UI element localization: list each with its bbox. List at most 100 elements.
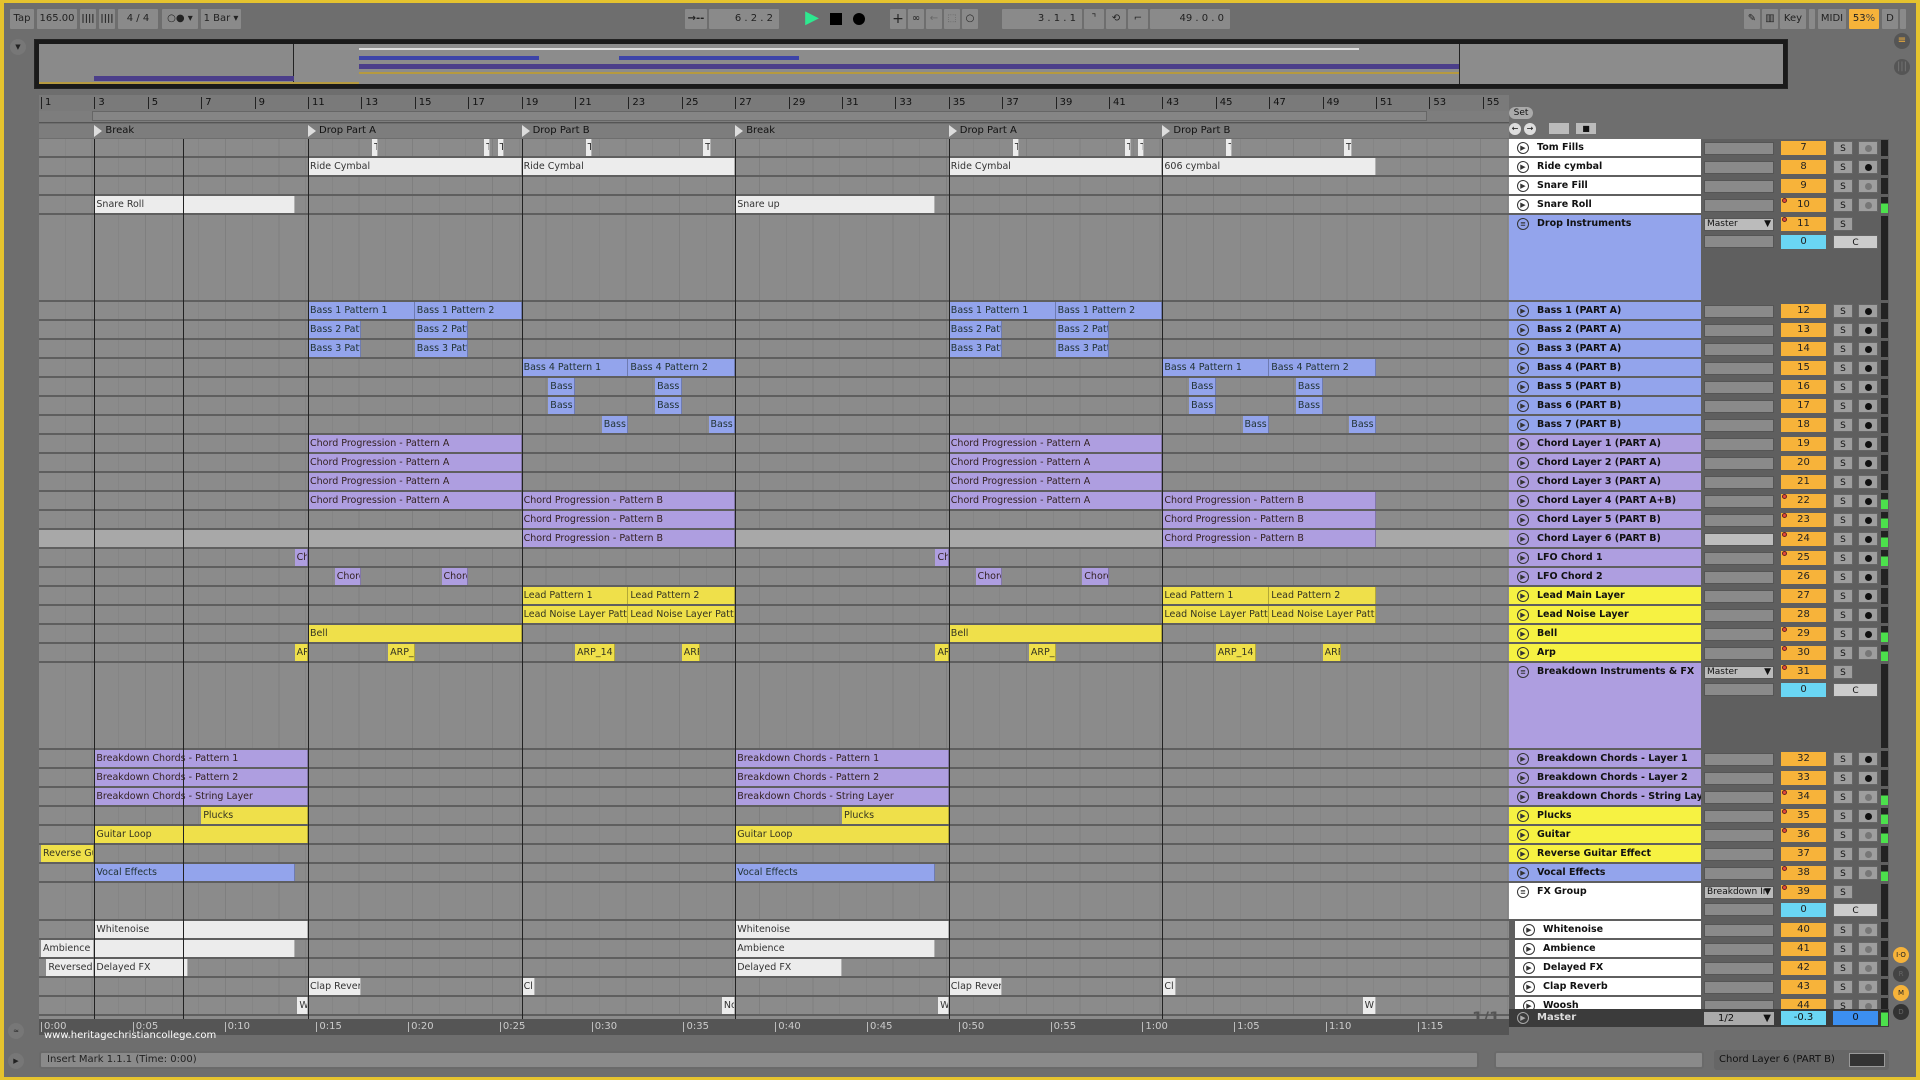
track-pan[interactable]: C xyxy=(1833,235,1878,249)
clip[interactable]: Vocal Effects xyxy=(735,864,936,881)
track-lane[interactable]: Chord Progression - Pattern B Chord Progr… xyxy=(39,530,1509,549)
play-clip-icon[interactable]: ▶ xyxy=(1517,514,1529,526)
mixer-toggle[interactable]: M xyxy=(1893,985,1909,1001)
tap-tempo-button[interactable]: Tap xyxy=(10,9,34,29)
solo-button[interactable]: S xyxy=(1833,980,1853,994)
track-activator[interactable]: 17 xyxy=(1781,399,1826,413)
track-io-field[interactable] xyxy=(1704,924,1774,937)
track-lane[interactable]: Bass Bass Bass Bass xyxy=(39,378,1509,397)
clip[interactable]: Chord Progression - Pattern A xyxy=(948,435,1163,452)
clip[interactable]: Bass xyxy=(655,397,682,414)
master-track[interactable]: ▶ Master 1/2 ▼ -0.3 0 xyxy=(1509,1009,1889,1027)
play-button[interactable]: ▶ xyxy=(804,9,820,29)
clip[interactable]: Breakdown Chords - String Layer xyxy=(735,788,949,805)
clip[interactable]: Chord Progression - Pattern A xyxy=(948,492,1163,509)
draw-mode-button[interactable]: ✎ xyxy=(1744,9,1760,29)
clip[interactable]: Lead Noise Layer Pattern xyxy=(628,606,736,623)
track-activator[interactable]: 31 xyxy=(1781,665,1826,679)
solo-button[interactable]: S xyxy=(1833,570,1853,584)
arm-button[interactable] xyxy=(1858,475,1878,489)
track-lane[interactable]: AR ARP_ ARP_14 ARP AR ARP_ ARP_14 ARP xyxy=(39,644,1509,663)
clip[interactable]: Chord xyxy=(334,568,362,585)
clip[interactable]: Guitar Loop xyxy=(735,826,949,843)
clip[interactable]: Bass 2 Patt xyxy=(308,321,362,338)
play-clip-icon[interactable]: ▶ xyxy=(1517,324,1529,336)
track-header[interactable]: ▶ Guitar 36 S xyxy=(1509,826,1889,845)
arm-button[interactable] xyxy=(1858,961,1878,975)
track-header[interactable]: ▶ Ride cymbal 8 S xyxy=(1509,158,1889,177)
track-io-field[interactable] xyxy=(1704,753,1774,766)
clip[interactable]: ARP xyxy=(681,644,701,661)
track-io-field[interactable] xyxy=(1704,400,1774,413)
output-routing-dropdown[interactable]: Master ▼ xyxy=(1704,666,1774,679)
track-header[interactable]: ▶ Plucks 35 S xyxy=(1509,807,1889,826)
metronome-button[interactable]: ○● ▾ xyxy=(162,9,198,29)
track-lane[interactable]: W No W W xyxy=(39,997,1509,1016)
solo-button[interactable]: S xyxy=(1833,141,1853,155)
group-fold-icon[interactable]: ≡ xyxy=(1517,218,1529,230)
solo-button[interactable]: S xyxy=(1833,551,1853,565)
clip[interactable]: Lead Pattern 2 xyxy=(628,587,736,604)
solo-button[interactable]: S xyxy=(1833,198,1853,212)
track-header[interactable]: ▶ Bass 1 (PART A) 12 S xyxy=(1509,302,1889,321)
solo-button[interactable]: S xyxy=(1833,771,1853,785)
clip[interactable]: Snare up xyxy=(735,196,936,213)
track-lane[interactable]: Bass Bass Bass Bass xyxy=(39,397,1509,416)
master-pan[interactable]: 0 xyxy=(1833,1011,1878,1025)
track-volume[interactable]: 0 xyxy=(1781,903,1826,917)
play-clip-icon[interactable]: ▶ xyxy=(1517,552,1529,564)
track-io-field[interactable] xyxy=(1704,142,1774,155)
midi-map-button[interactable]: MIDI xyxy=(1818,9,1846,29)
track-header[interactable]: ▶ Snare Fill 9 S xyxy=(1509,177,1889,196)
clip[interactable]: Lead Pattern 1 xyxy=(521,587,629,604)
track-lane[interactable]: Reverse Gu xyxy=(39,845,1509,864)
track-lane[interactable]: Vocal Effects Vocal Effects xyxy=(39,864,1509,883)
clip[interactable]: Bell xyxy=(308,625,522,642)
solo-button[interactable]: S xyxy=(1833,323,1853,337)
track-io-field[interactable] xyxy=(1704,457,1774,470)
play-clip-icon[interactable]: ▶ xyxy=(1517,180,1529,192)
clip[interactable]: Chord Progression - Pattern A xyxy=(308,492,522,509)
track-activator[interactable]: 24 xyxy=(1781,532,1826,546)
solo-button[interactable]: S xyxy=(1833,847,1853,861)
solo-button[interactable]: S xyxy=(1833,961,1853,975)
track-activator[interactable]: 40 xyxy=(1781,923,1826,937)
clip[interactable]: W xyxy=(297,997,308,1014)
play-clip-icon[interactable]: ▶ xyxy=(1517,362,1529,374)
play-clip-icon[interactable]: ▶ xyxy=(1517,609,1529,621)
track-activator[interactable]: 16 xyxy=(1781,380,1826,394)
clip[interactable]: Chord xyxy=(441,568,469,585)
clip[interactable]: Chord Progression - Pattern B xyxy=(521,492,736,509)
track-header[interactable]: ≡ FX Group Breakdown Ir ▼ 0 C 39 S xyxy=(1509,883,1889,921)
solo-button[interactable]: S xyxy=(1833,942,1853,956)
clip[interactable]: Whitenoise xyxy=(735,921,949,938)
output-routing-dropdown[interactable]: Master ▼ xyxy=(1704,218,1774,231)
loop-brace[interactable] xyxy=(92,111,1427,121)
play-clip-icon[interactable]: ▶ xyxy=(1517,400,1529,412)
session-view-button[interactable]: ||| xyxy=(1894,59,1910,75)
clip[interactable]: Chord Progression - Pattern B xyxy=(1162,511,1376,528)
track-io-field[interactable] xyxy=(1704,495,1774,508)
track-header[interactable]: ▶ Ambience 41 S xyxy=(1509,940,1889,959)
clip[interactable]: Guitar Loop xyxy=(94,826,308,843)
clip[interactable]: Chord Progression - Pattern B xyxy=(521,530,736,547)
bar-ruler[interactable]: 1 3 5 7 9 11 13 15 17 19 21 23 25 27 29 31 33 35 37 39 41 43 4… xyxy=(39,95,1509,111)
song-position-field[interactable]: 6 . 2 . 2 xyxy=(709,9,779,29)
track-lane[interactable]: Snare Roll Snare up xyxy=(39,196,1509,215)
track-header[interactable]: ▶ Bell 29 S xyxy=(1509,625,1889,644)
track-lane[interactable]: Bell Bell xyxy=(39,625,1509,644)
track-lane[interactable]: Bass 1 Pattern 1 Bass 1 Pattern 2 Bass 1 P… xyxy=(39,302,1509,321)
stop-button[interactable] xyxy=(828,9,844,29)
follow-button[interactable]: →-- xyxy=(685,9,707,29)
punch-in-button[interactable]: ⌝ xyxy=(1084,9,1104,29)
track-lane[interactable]: Guitar Loop Guitar Loop xyxy=(39,826,1509,845)
clip[interactable]: Bass 1 Pattern 2 xyxy=(414,302,522,319)
track-header[interactable]: ▶ Tom Fills 7 S xyxy=(1509,139,1889,158)
solo-button[interactable]: S xyxy=(1833,885,1853,899)
arm-button[interactable] xyxy=(1858,323,1878,337)
track-header[interactable]: ▶ Lead Main Layer 27 S xyxy=(1509,587,1889,606)
track-header[interactable]: ▶ Chord Layer 5 (PART B) 23 S xyxy=(1509,511,1889,530)
track-activator[interactable]: 20 xyxy=(1781,456,1826,470)
track-lane[interactable]: Chord Chord Chord Chord xyxy=(39,568,1509,587)
clip[interactable]: Ride Cymbal xyxy=(521,158,736,175)
